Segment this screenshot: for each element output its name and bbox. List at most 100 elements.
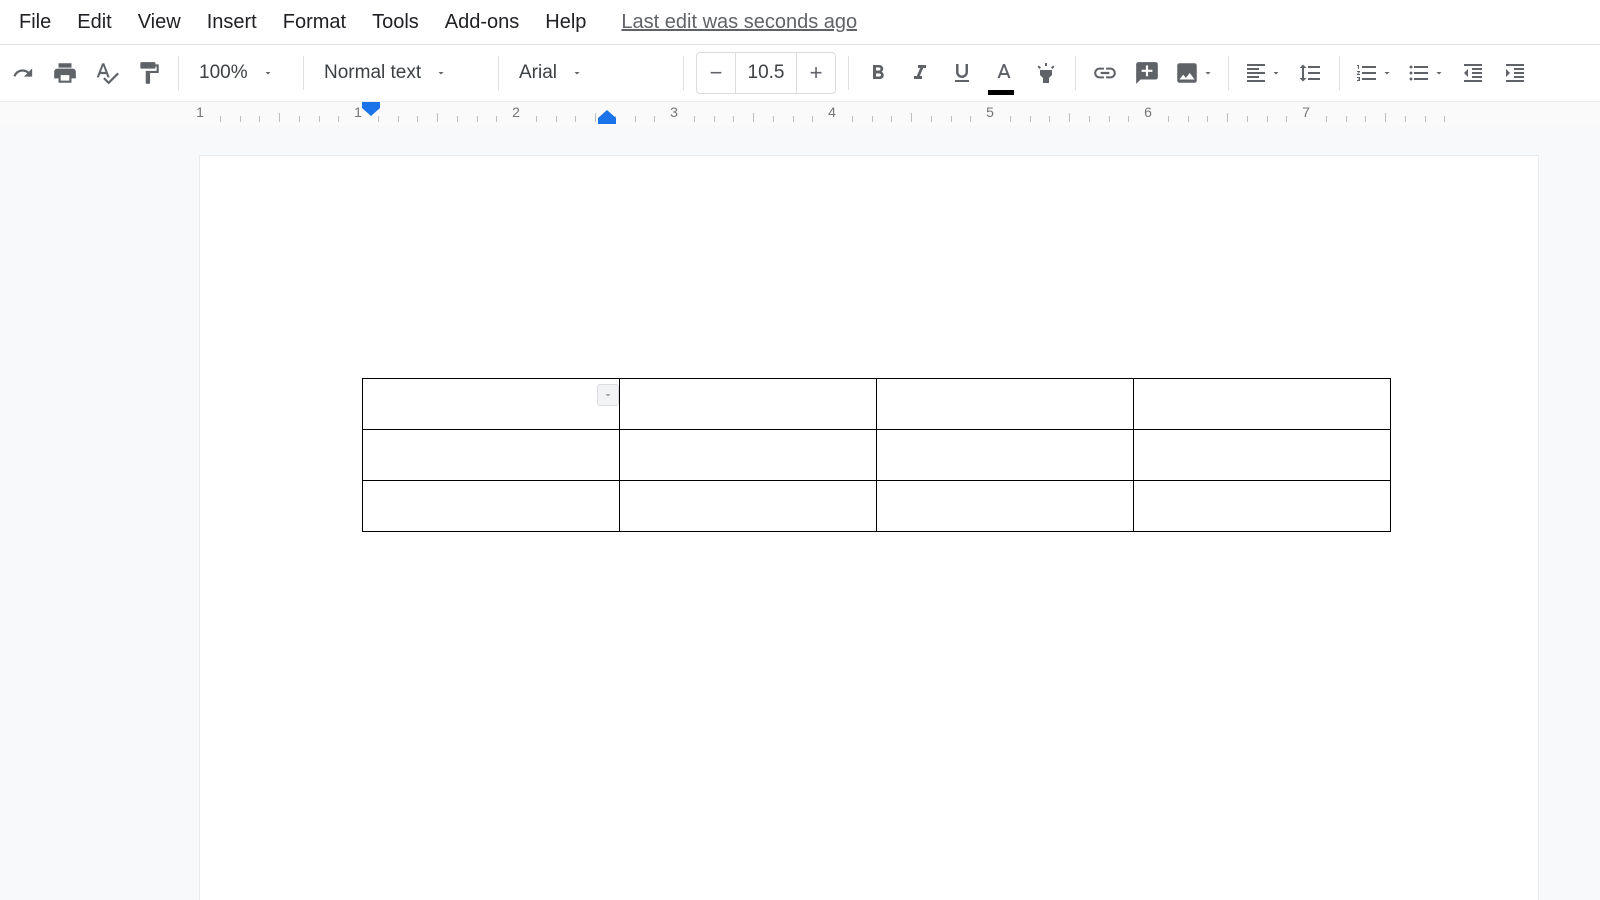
font-size-decrease[interactable]: − xyxy=(696,52,736,94)
document-table[interactable] xyxy=(362,378,1391,532)
ruler-tick xyxy=(536,116,537,122)
numbered-list-button[interactable] xyxy=(1350,54,1398,92)
table-cell[interactable] xyxy=(620,379,877,430)
menu-view[interactable]: View xyxy=(125,5,194,40)
table-cell[interactable] xyxy=(363,379,620,430)
style-value: Normal text xyxy=(324,62,421,84)
document-page[interactable] xyxy=(200,156,1538,900)
font-size-value[interactable]: 10.5 xyxy=(736,52,796,94)
ruler-tick xyxy=(279,113,280,122)
table-cell[interactable] xyxy=(620,430,877,481)
ruler-tick xyxy=(1030,116,1031,122)
left-indent-marker[interactable] xyxy=(598,110,616,124)
ruler-tick xyxy=(733,116,734,122)
table-cell[interactable] xyxy=(363,481,620,532)
table-cell[interactable] xyxy=(620,481,877,532)
ruler-tick xyxy=(259,116,260,122)
print-button[interactable] xyxy=(46,54,84,92)
italic-button[interactable] xyxy=(901,54,939,92)
zoom-dropdown[interactable]: 100% xyxy=(187,54,295,92)
bold-button[interactable] xyxy=(859,54,897,92)
font-dropdown[interactable]: Arial xyxy=(507,54,675,92)
ruler-tick xyxy=(753,113,754,122)
table-cell[interactable] xyxy=(1134,430,1391,481)
insert-image-button[interactable] xyxy=(1170,54,1218,92)
ruler-tick xyxy=(1326,116,1327,122)
align-button[interactable] xyxy=(1239,54,1287,92)
ruler-number: 1 xyxy=(354,104,362,120)
redo-button[interactable] xyxy=(4,54,42,92)
table-cell[interactable] xyxy=(877,481,1134,532)
menu-tools[interactable]: Tools xyxy=(359,5,432,40)
separator xyxy=(1339,56,1340,90)
ruler-tick xyxy=(635,116,636,122)
ruler-tick xyxy=(812,116,813,122)
text-color-swatch xyxy=(988,90,1014,95)
toolbar: 100% Normal text Arial − 10.5 + xyxy=(0,45,1600,102)
ruler-tick xyxy=(872,116,873,122)
paint-format-icon xyxy=(136,60,162,86)
last-edit-link[interactable]: Last edit was seconds ago xyxy=(621,11,857,34)
ruler-tick xyxy=(714,116,715,122)
spellcheck-button[interactable] xyxy=(88,54,126,92)
bold-icon xyxy=(866,61,890,85)
ruler-tick xyxy=(378,116,379,122)
underline-icon xyxy=(950,61,974,85)
ruler-area: 11234567 xyxy=(0,102,1600,129)
print-icon xyxy=(52,60,78,86)
ruler-tick xyxy=(852,116,853,122)
link-icon xyxy=(1092,60,1118,86)
paint-format-button[interactable] xyxy=(130,54,168,92)
separator xyxy=(498,56,499,90)
decrease-indent-icon xyxy=(1461,61,1485,85)
text-color-icon xyxy=(992,61,1016,85)
editor-canvas xyxy=(0,126,1600,900)
decrease-indent-button[interactable] xyxy=(1454,54,1492,92)
ruler-number: 6 xyxy=(1144,104,1152,120)
text-color-button[interactable] xyxy=(985,54,1023,92)
comment-icon xyxy=(1134,60,1160,86)
menu-insert[interactable]: Insert xyxy=(194,5,270,40)
ruler-tick xyxy=(319,116,320,122)
insert-link-button[interactable] xyxy=(1086,54,1124,92)
first-line-indent-marker[interactable] xyxy=(362,102,380,116)
ruler-tick xyxy=(891,116,892,122)
separator xyxy=(303,56,304,90)
increase-indent-icon xyxy=(1503,61,1527,85)
italic-icon xyxy=(908,61,932,85)
ruler-tick xyxy=(496,116,497,122)
line-spacing-icon xyxy=(1298,61,1322,85)
ruler-tick xyxy=(417,116,418,122)
chevron-down-icon xyxy=(1270,67,1282,79)
menu-help[interactable]: Help xyxy=(532,5,599,40)
menu-addons[interactable]: Add-ons xyxy=(432,5,533,40)
bullet-list-button[interactable] xyxy=(1402,54,1450,92)
underline-button[interactable] xyxy=(943,54,981,92)
menu-edit[interactable]: Edit xyxy=(64,5,124,40)
add-comment-button[interactable] xyxy=(1128,54,1166,92)
ruler-number: 1 xyxy=(196,104,204,120)
table-cell[interactable] xyxy=(877,379,1134,430)
table-cell[interactable] xyxy=(1134,481,1391,532)
ruler-tick xyxy=(1385,113,1386,122)
style-dropdown[interactable]: Normal text xyxy=(312,54,490,92)
ruler[interactable]: 11234567 xyxy=(200,102,1538,128)
increase-indent-button[interactable] xyxy=(1496,54,1534,92)
table-cell-handle[interactable] xyxy=(597,384,619,406)
ruler-tick xyxy=(1010,116,1011,122)
ruler-number: 2 xyxy=(512,104,520,120)
chevron-down-icon xyxy=(1433,67,1445,79)
ruler-number: 5 xyxy=(986,104,994,120)
spellcheck-icon xyxy=(94,60,120,86)
font-size-increase[interactable]: + xyxy=(796,52,836,94)
highlight-button[interactable] xyxy=(1027,54,1065,92)
ruler-tick xyxy=(1365,116,1366,122)
table-cell[interactable] xyxy=(1134,379,1391,430)
line-spacing-button[interactable] xyxy=(1291,54,1329,92)
table-cell[interactable] xyxy=(363,430,620,481)
table-cell[interactable] xyxy=(877,430,1134,481)
separator xyxy=(683,56,684,90)
menu-format[interactable]: Format xyxy=(270,5,359,40)
ruler-tick xyxy=(1425,116,1426,122)
menu-file[interactable]: File xyxy=(6,5,64,40)
